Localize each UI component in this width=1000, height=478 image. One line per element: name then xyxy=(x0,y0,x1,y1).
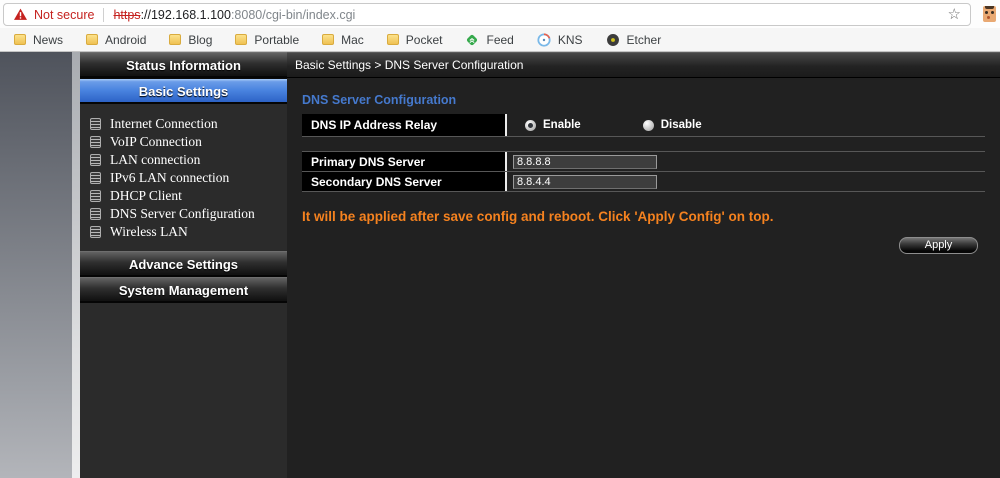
list-icon xyxy=(90,136,101,148)
folder-icon xyxy=(14,34,26,45)
router-admin-page: Status Information Basic Settings Intern… xyxy=(0,52,1000,478)
secondary-dns-input[interactable] xyxy=(513,175,657,189)
list-icon xyxy=(90,172,101,184)
sidebar-item-lan-connection[interactable]: LAN connection xyxy=(90,151,287,169)
feed-icon xyxy=(465,33,479,47)
bookmark-pocket[interactable]: Pocket xyxy=(387,33,443,47)
bookmark-feed[interactable]: Feed xyxy=(465,33,513,47)
page-left-gutter xyxy=(0,52,72,478)
relay-label: DNS IP Address Relay xyxy=(302,114,505,136)
bookmarks-bar: News Android Blog Portable Mac Pocket xyxy=(0,28,1000,52)
warning-icon xyxy=(13,8,28,21)
sidebar-header-basic-settings[interactable]: Basic Settings xyxy=(80,78,287,104)
url-host: 192.168.1.100 xyxy=(151,8,231,22)
browser-chrome: Not secure https://192.168.1.100:8080/cg… xyxy=(0,0,1000,52)
url-text[interactable]: https://192.168.1.100:8080/cgi-bin/index… xyxy=(113,8,355,22)
sidebar-item-dns-server-configuration[interactable]: DNS Server Configuration xyxy=(90,205,287,223)
sidebar-item-dhcp-client[interactable]: DHCP Client xyxy=(90,187,287,205)
sidebar-header-system-management[interactable]: System Management xyxy=(80,277,287,303)
url-path: :8080/cgi-bin/index.cgi xyxy=(231,8,355,22)
dns-servers-table: Primary DNS Server Secondary DNS Server xyxy=(302,151,985,192)
bookmark-android[interactable]: Android xyxy=(86,33,146,47)
secondary-dns-label: Secondary DNS Server xyxy=(302,172,505,191)
url-scheme: https xyxy=(113,8,140,22)
disable-radio-group[interactable]: Disable xyxy=(643,119,702,131)
address-bar[interactable]: Not secure https://192.168.1.100:8080/cg… xyxy=(3,3,971,26)
apply-button[interactable]: Apply xyxy=(899,237,978,254)
extension-icon[interactable] xyxy=(983,6,996,22)
table-row: Primary DNS Server xyxy=(302,152,985,172)
sidebar: Status Information Basic Settings Intern… xyxy=(80,52,287,478)
enable-radio[interactable] xyxy=(525,120,536,131)
enable-radio-label: Enable xyxy=(543,119,581,131)
sidebar-item-internet-connection[interactable]: Internet Connection xyxy=(90,115,287,133)
primary-dns-input[interactable] xyxy=(513,155,657,169)
page-left-strip xyxy=(72,52,80,478)
table-row: DNS IP Address Relay Enable Disable xyxy=(302,114,985,137)
folder-icon xyxy=(235,34,247,45)
bookmark-mac[interactable]: Mac xyxy=(322,33,364,47)
apply-notice: It will be applied after save config and… xyxy=(302,209,1000,224)
disable-radio[interactable] xyxy=(643,120,654,131)
page-title: DNS Server Configuration xyxy=(302,93,1000,107)
folder-icon xyxy=(322,34,334,45)
etcher-icon xyxy=(606,33,620,47)
bookmark-blog[interactable]: Blog xyxy=(169,33,212,47)
sidebar-header-advance-settings[interactable]: Advance Settings xyxy=(80,251,287,277)
breadcrumb: Basic Settings > DNS Server Configuratio… xyxy=(287,52,1000,78)
main-content: Basic Settings > DNS Server Configuratio… xyxy=(287,52,1000,478)
sidebar-item-voip-connection[interactable]: VoIP Connection xyxy=(90,133,287,151)
sidebar-header-status-information[interactable]: Status Information xyxy=(80,52,287,78)
folder-icon xyxy=(86,34,98,45)
bookmark-etcher[interactable]: Etcher xyxy=(606,33,662,47)
bookmark-news[interactable]: News xyxy=(14,33,63,47)
clock-icon xyxy=(537,33,551,47)
security-chip[interactable]: Not secure xyxy=(34,8,94,22)
folder-icon xyxy=(169,34,181,45)
sidebar-item-ipv6-lan-connection[interactable]: IPv6 LAN connection xyxy=(90,169,287,187)
primary-dns-label: Primary DNS Server xyxy=(302,152,505,171)
bookmark-star-icon[interactable]: ☆ xyxy=(948,7,961,22)
list-icon xyxy=(90,154,101,166)
folder-icon xyxy=(387,34,399,45)
list-icon xyxy=(90,226,101,238)
disable-radio-label: Disable xyxy=(661,119,702,131)
list-icon xyxy=(90,190,101,202)
address-row: Not secure https://192.168.1.100:8080/cg… xyxy=(0,0,1000,28)
table-row: Secondary DNS Server xyxy=(302,172,985,192)
bookmark-portable[interactable]: Portable xyxy=(235,33,299,47)
relay-table: DNS IP Address Relay Enable Disable xyxy=(302,114,985,137)
list-icon xyxy=(90,208,101,220)
url-separator: :// xyxy=(141,8,151,22)
enable-radio-group[interactable]: Enable xyxy=(525,119,581,131)
bookmark-kns[interactable]: KNS xyxy=(537,33,583,47)
address-divider xyxy=(103,8,104,22)
sidebar-menu: Internet Connection VoIP Connection LAN … xyxy=(80,104,287,251)
sidebar-item-wireless-lan[interactable]: Wireless LAN xyxy=(90,223,287,241)
list-icon xyxy=(90,118,101,130)
